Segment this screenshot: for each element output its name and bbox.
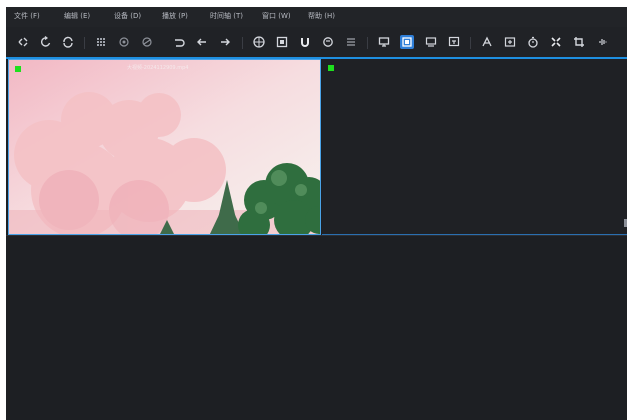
menu-edit[interactable]: 编辑 (E) (64, 12, 90, 21)
menu-play[interactable]: 播放 (P) (162, 12, 188, 21)
menu-file[interactable]: 文件 (F) (14, 12, 40, 21)
layout-icon[interactable] (400, 35, 414, 49)
timeline-panel[interactable] (6, 235, 627, 420)
fit-icon[interactable] (549, 35, 563, 49)
subtitle-icon[interactable] (424, 35, 438, 49)
preview-source[interactable]: 大视频-2024112909.mp4 (8, 59, 321, 235)
undo-icon[interactable] (172, 35, 186, 49)
caption-icon[interactable] (447, 35, 461, 49)
refresh-icon[interactable] (61, 35, 75, 49)
menu-window[interactable]: 窗口 (W) (262, 12, 291, 21)
redo-circle-icon[interactable] (39, 35, 53, 49)
grid-icon[interactable] (94, 35, 108, 49)
menu-help[interactable]: 帮助 (H) (308, 12, 335, 21)
clip-name: 大视频-2024112909.mp4 (127, 65, 189, 71)
toolbar (6, 27, 627, 57)
program-indicator (328, 65, 334, 71)
toolbar-separator (84, 37, 85, 49)
preview-program[interactable] (322, 59, 627, 235)
settings-alt-icon[interactable] (140, 35, 154, 49)
resize-handle[interactable] (624, 219, 627, 227)
toolbar-separator (470, 37, 471, 49)
frame-icon[interactable] (275, 35, 289, 49)
toolbar-separator (242, 37, 243, 49)
globe-icon[interactable] (252, 35, 266, 49)
toolbar-separator (367, 37, 368, 49)
list-icon[interactable] (344, 35, 358, 49)
menu-bar: 文件 (F) 编辑 (E) 设备 (D) 播放 (P) 时间轴 (T) 窗口 (… (6, 7, 627, 27)
monitor-icon[interactable] (377, 35, 391, 49)
app-window: 文件 (F) 编辑 (E) 设备 (D) 播放 (P) 时间轴 (T) 窗口 (… (6, 7, 627, 420)
menu-device[interactable]: 设备 (D) (114, 12, 141, 21)
redo-forward-icon[interactable] (218, 35, 232, 49)
undo-back-icon[interactable] (195, 35, 209, 49)
crop-box-icon[interactable] (503, 35, 517, 49)
hand-icon[interactable] (321, 35, 335, 49)
crop-icon[interactable] (572, 35, 586, 49)
settings-circle-icon[interactable] (117, 35, 131, 49)
scatter-icon[interactable] (16, 35, 30, 49)
source-indicator (15, 66, 21, 72)
magnet-icon[interactable] (298, 35, 312, 49)
menu-timeline[interactable]: 时间轴 (T) (210, 12, 243, 21)
preview-image (9, 60, 320, 234)
timer-icon[interactable] (526, 35, 540, 49)
text-icon[interactable] (480, 35, 494, 49)
audio-icon[interactable] (596, 35, 610, 49)
